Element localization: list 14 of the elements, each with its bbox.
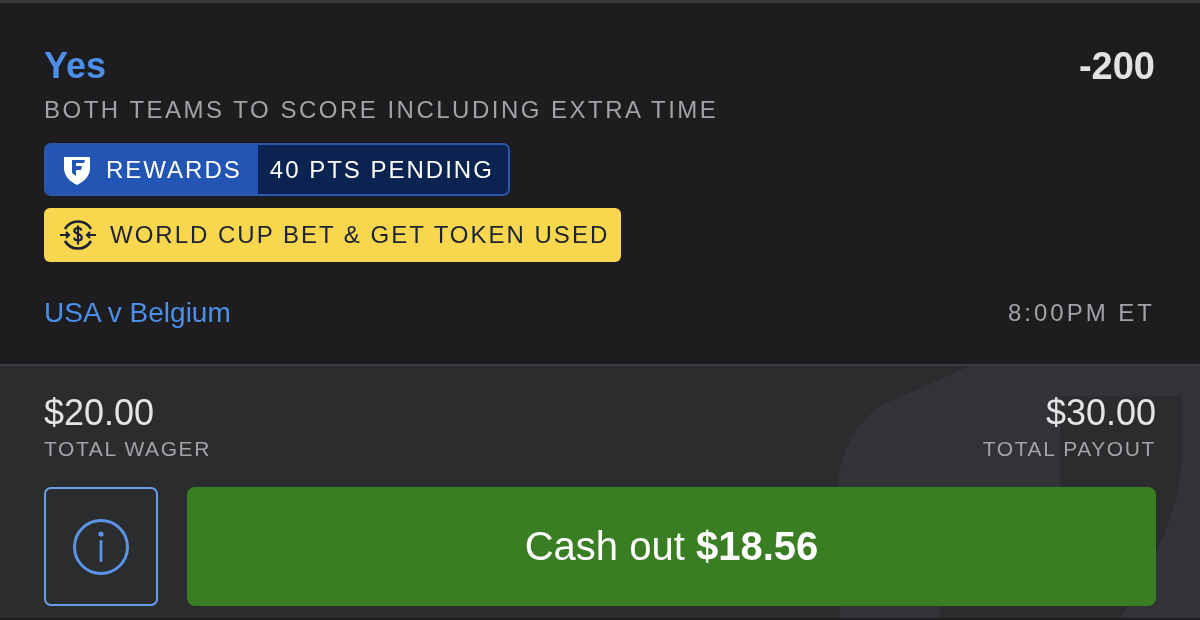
rewards-label: REWARDS xyxy=(106,155,242,185)
market-name: BOTH TEAMS TO SCORE INCLUDING EXTRA TIME xyxy=(44,95,720,125)
total-label: TOTAL PAYOUT xyxy=(982,436,1156,462)
event-time: 8:00PM ET xyxy=(1007,298,1155,328)
selection-name: Yes xyxy=(44,45,107,87)
info-icon xyxy=(72,517,130,576)
cash-out-button[interactable]: Cash out $18.56 xyxy=(187,487,1156,606)
odds: -200 xyxy=(1078,45,1155,87)
total-amount: $20.00 xyxy=(44,392,155,434)
total-label: TOTAL WAGER xyxy=(44,436,211,462)
event-link[interactable]: USA v Belgium xyxy=(44,296,231,330)
total-amount: $30.00 xyxy=(1045,392,1156,434)
info-button[interactable] xyxy=(44,487,158,606)
promo-label: WORLD CUP BET & GET TOKEN USED xyxy=(110,220,610,250)
